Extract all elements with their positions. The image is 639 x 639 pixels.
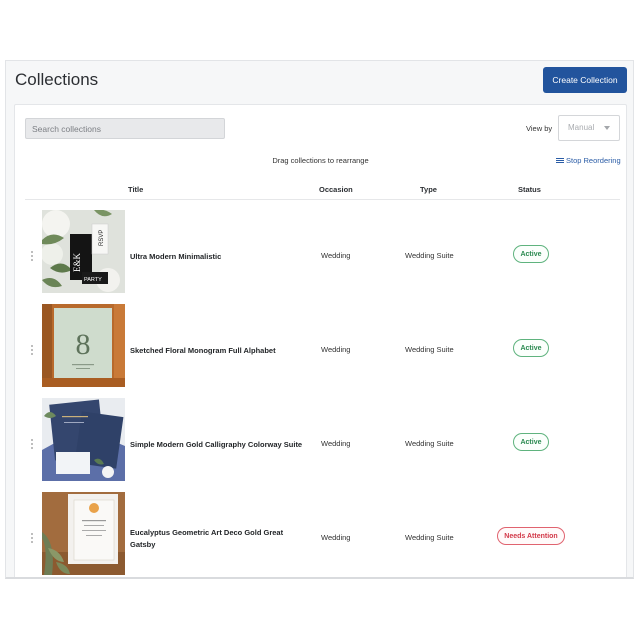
- table-row[interactable]: E&K RSVP PARTY Ultra Modern Minimalistic…: [15, 210, 626, 304]
- collection-thumbnail: [42, 492, 125, 575]
- view-by-select[interactable]: Manual: [558, 115, 620, 141]
- type-cell: Wedding Suite: [405, 533, 454, 542]
- page-title: Collections: [15, 70, 99, 89]
- menu-icon: [556, 157, 564, 164]
- type-cell: Wedding Suite: [405, 439, 454, 448]
- create-collection-button[interactable]: Create Collection: [543, 67, 627, 93]
- page-header: Collections Create Collection: [6, 61, 633, 103]
- table-row[interactable]: Eucalyptus Geometric Art Deco Gold Great…: [15, 492, 626, 577]
- drag-handle-icon[interactable]: [31, 439, 34, 451]
- collection-title[interactable]: Ultra Modern Minimalistic: [130, 251, 305, 263]
- collection-thumbnail: 8: [42, 304, 125, 387]
- collection-title[interactable]: Sketched Floral Monogram Full Alphabet: [130, 345, 305, 357]
- status-badge: Needs Attention: [497, 527, 565, 545]
- view-by-value: Manual: [568, 123, 595, 132]
- type-cell: Wedding Suite: [405, 251, 454, 260]
- status-badge: Active: [513, 433, 549, 451]
- stop-reordering-link[interactable]: Stop Reordering: [556, 156, 621, 165]
- drag-handle-icon[interactable]: [31, 533, 34, 545]
- status-badge: Active: [513, 245, 549, 263]
- app-frame: Collections Create Collection View by Ma…: [5, 60, 634, 579]
- collection-title[interactable]: Eucalyptus Geometric Art Deco Gold Great…: [130, 527, 305, 551]
- chevron-down-icon: [604, 126, 610, 130]
- drag-handle-icon[interactable]: [31, 251, 34, 263]
- collection-title[interactable]: Simple Modern Gold Calligraphy Colorway …: [130, 439, 305, 451]
- drag-hint: Drag collections to rearrange: [272, 156, 369, 165]
- column-header-type: Type: [420, 185, 437, 194]
- svg-text:RSVP: RSVP: [99, 230, 105, 246]
- type-cell: Wedding Suite: [405, 345, 454, 354]
- collections-panel: View by Manual Drag collections to rearr…: [14, 104, 627, 577]
- search-input[interactable]: [25, 118, 225, 139]
- drag-handle-icon[interactable]: [31, 345, 34, 357]
- column-header-title: Title: [128, 185, 144, 194]
- view-by-label: View by: [526, 124, 553, 133]
- occasion-cell: Wedding: [321, 533, 351, 542]
- collection-thumbnail: [42, 398, 125, 481]
- occasion-cell: Wedding: [321, 345, 351, 354]
- column-header-occasion: Occasion: [319, 185, 353, 194]
- header-divider: [25, 199, 620, 200]
- stop-reordering-label: Stop Reordering: [566, 156, 621, 165]
- occasion-cell: Wedding: [321, 251, 351, 260]
- table-row[interactable]: Simple Modern Gold Calligraphy Colorway …: [15, 398, 626, 492]
- thumb-text: E&K: [72, 253, 82, 272]
- status-badge: Active: [513, 339, 549, 357]
- table-row[interactable]: 8 Sketched Floral Monogram Full Alphabet…: [15, 304, 626, 398]
- column-header-status: Status: [518, 185, 541, 194]
- svg-text:PARTY: PARTY: [84, 277, 102, 283]
- occasion-cell: Wedding: [321, 439, 351, 448]
- collection-thumbnail: E&K RSVP PARTY: [42, 210, 125, 293]
- thumb-text: 8: [76, 328, 91, 361]
